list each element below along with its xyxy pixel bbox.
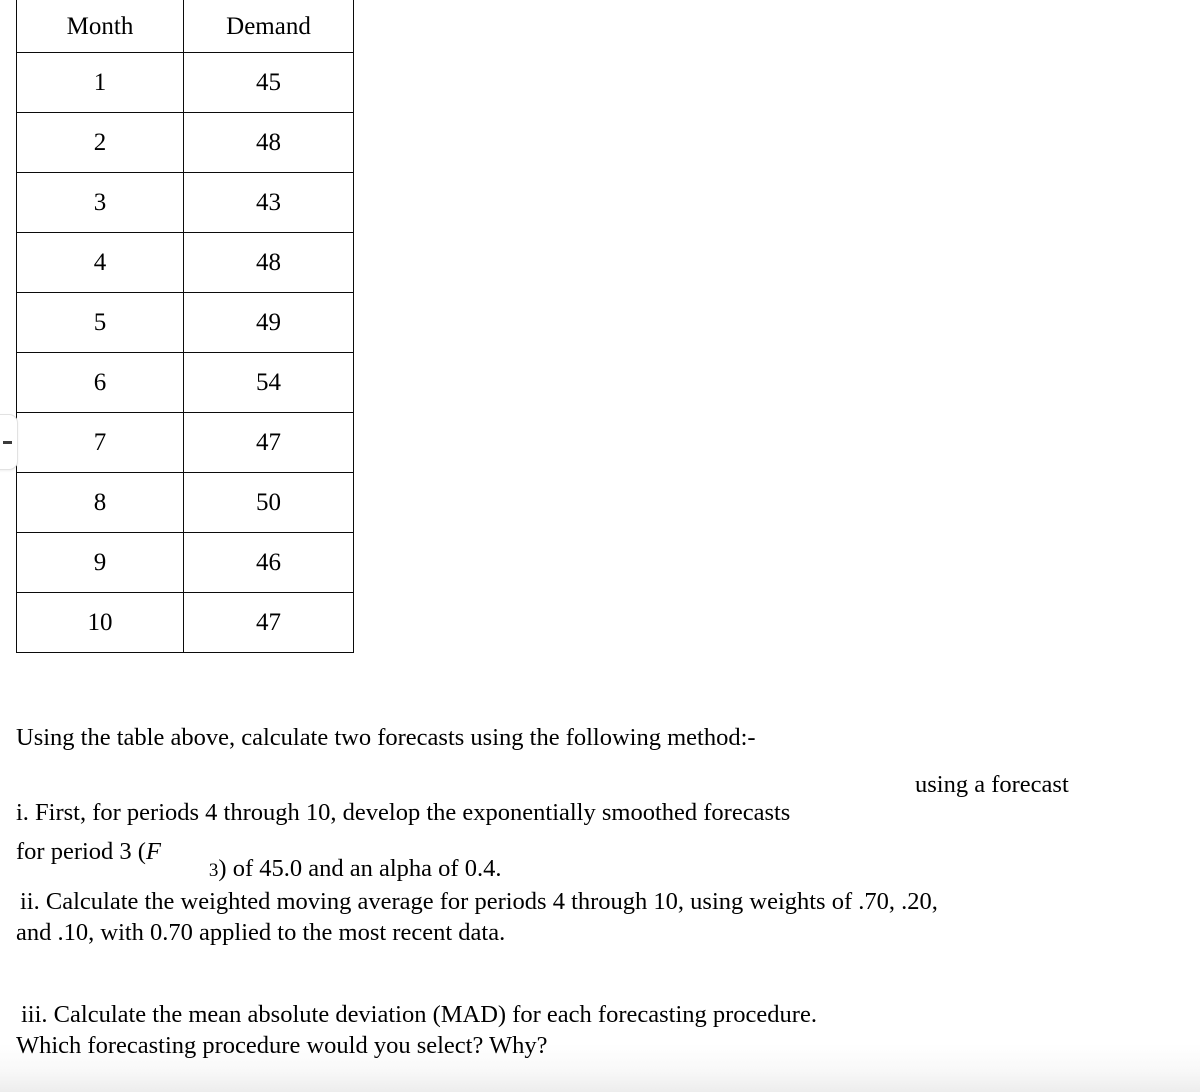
item-iii-line-1: iii. Calculate the mean absolute deviati… [21,1000,817,1028]
table-header-row: Month Demand [16,0,354,53]
cell-month: 5 [16,292,184,353]
cell-demand: 45 [183,52,354,113]
cell-demand: 46 [183,532,354,593]
item-ii-line-2: and .10, with 0.70 applied to the most r… [16,919,506,947]
column-header-demand: Demand [183,0,354,53]
item-ii-line-1: ii. Calculate the weighted moving averag… [20,888,938,916]
edge-collapse-control[interactable] [0,414,18,470]
question-body: Using the table above, calculate two for… [16,722,1184,1062]
forecast-subscript: 3 [208,859,219,881]
cell-month: 6 [16,352,184,413]
minus-icon [3,440,12,444]
table-row: 5 49 [16,292,354,353]
item-i-line-2-suffix: ) of 45.0 and an alpha of 0.4. [218,854,502,882]
raised-fragment: using a forecast [915,771,1069,799]
forecast-symbol: F [145,837,161,865]
column-header-month: Month [16,0,184,53]
item-iii-line-2: Which forecasting procedure would you se… [16,1032,548,1060]
cell-demand: 50 [183,472,354,533]
question-item-ii: ii. Calculate the weighted moving averag… [16,886,1184,949]
cell-demand: 54 [183,352,354,413]
cell-demand: 48 [183,232,354,293]
cell-month: 4 [16,232,184,293]
cell-month: 7 [16,412,184,473]
item-i-line-2-prefix: for period 3 ( [16,837,146,865]
table-row: 4 48 [16,232,354,293]
cell-month: 2 [16,112,184,173]
question-item-i: using a forecast i. First, for periods 4… [16,771,1184,882]
table-row: 1 45 [16,52,354,113]
table-row: 7 47 [16,412,354,473]
cell-month: 1 [16,52,184,113]
cell-demand: 47 [183,412,354,473]
table-row: 2 48 [16,112,354,173]
cell-demand: 47 [183,592,354,653]
table-row: 8 50 [16,472,354,533]
cell-month: 3 [16,172,184,233]
cell-month: 9 [16,532,184,593]
table-row: 6 54 [16,352,354,413]
demand-table-container: Month Demand 1 45 2 48 3 43 4 48 5 49 6 … [16,0,354,653]
item-i-line-2: for period 3 (F 3) of 45.0 and an alpha o… [16,836,1184,882]
cell-demand: 43 [183,172,354,233]
question-item-iii: iii. Calculate the mean absolute deviati… [16,999,1184,1062]
item-i-line-1: i. First, for periods 4 through 10, deve… [16,799,791,827]
cell-demand: 49 [183,292,354,353]
intro-paragraph: Using the table above, calculate two for… [16,724,756,751]
cell-month: 10 [16,592,184,653]
demand-table: Month Demand 1 45 2 48 3 43 4 48 5 49 6 … [16,0,354,653]
table-row: 9 46 [16,532,354,593]
table-body: 1 45 2 48 3 43 4 48 5 49 6 54 7 47 8 50 … [16,52,354,653]
cell-month: 8 [16,472,184,533]
table-row: 10 47 [16,592,354,653]
cell-demand: 48 [183,112,354,173]
table-row: 3 43 [16,172,354,233]
